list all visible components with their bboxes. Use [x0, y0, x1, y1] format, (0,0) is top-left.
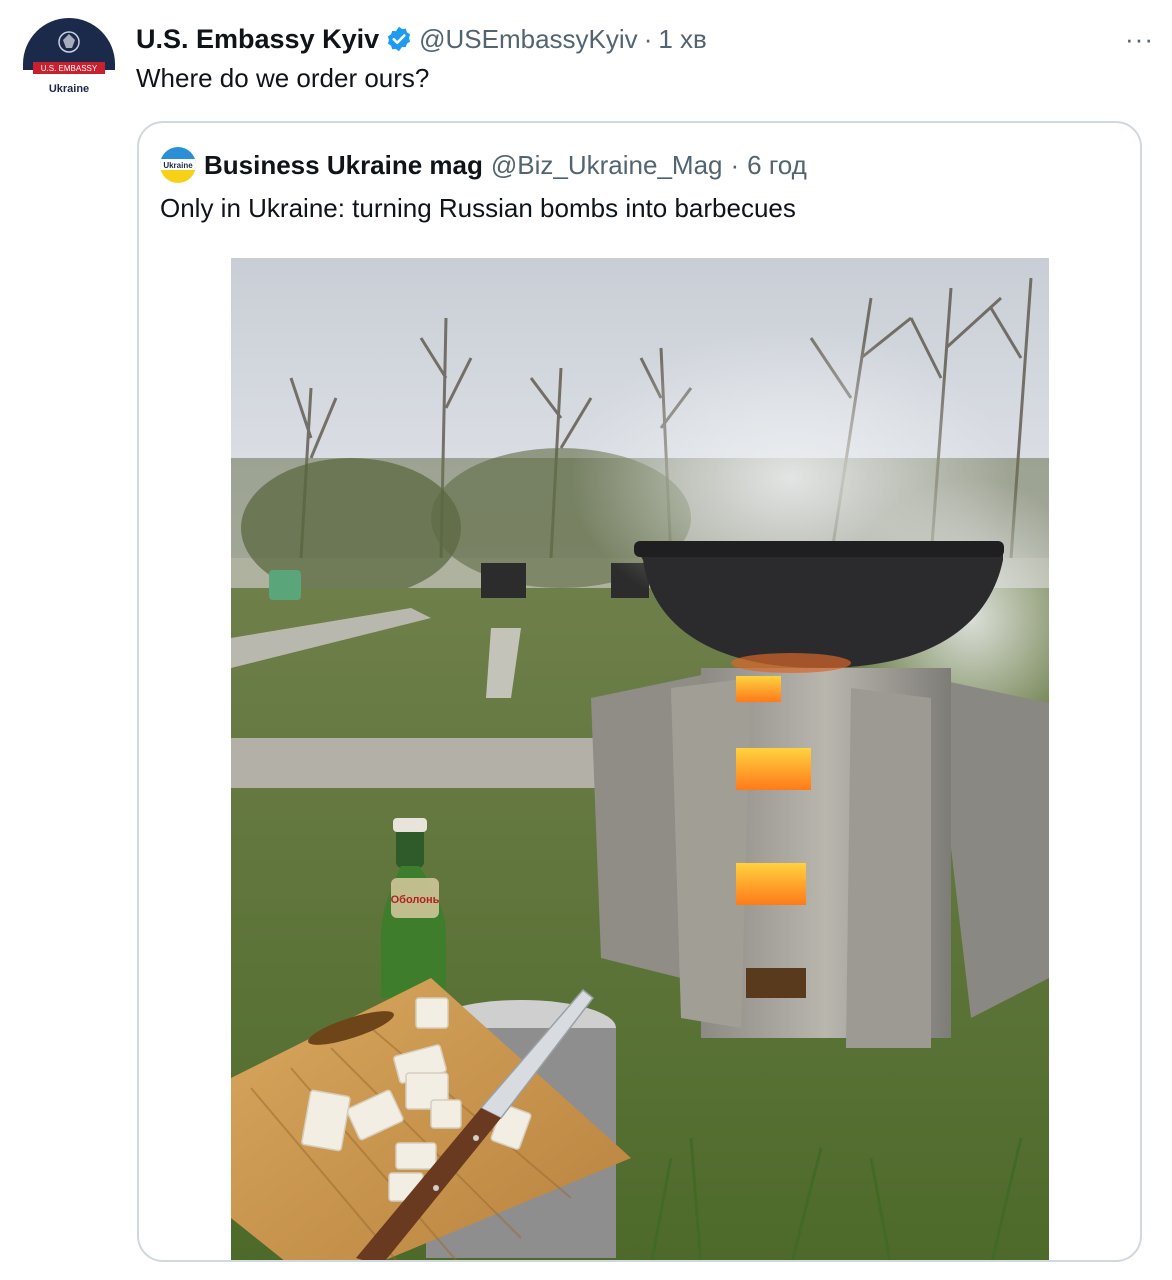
avatar-embassy-label: U.S. EMBASSY [41, 64, 98, 73]
verified-badge-icon [388, 26, 411, 52]
meta-separator: · [643, 23, 653, 54]
quoted-author-handle[interactable]: @Biz_Ukraine_Mag [491, 150, 723, 181]
more-options-icon[interactable]: ··· [1125, 24, 1154, 55]
tweet-header: U.S. Embassy Kyiv @USEmbassyKyiv · 1 хв [136, 22, 707, 56]
author-name[interactable]: U.S. Embassy Kyiv [136, 24, 379, 55]
quoted-tweet-text: Only in Ukraine: turning Russian bombs i… [160, 193, 796, 223]
tweet-timestamp[interactable]: 1 хв [658, 24, 707, 55]
quoted-author-name[interactable]: Business Ukraine mag [204, 150, 483, 181]
quoted-avatar-label: Ukraine [163, 161, 193, 170]
quoted-meta-separator: · [730, 149, 740, 180]
embassy-avatar[interactable]: U.S. EMBASSY Ukraine [23, 18, 115, 110]
quoted-tweet[interactable]: Ukraine Business Ukraine mag @Biz_Ukrain… [137, 121, 1142, 1262]
quoted-tweet-header: Ukraine Business Ukraine mag @Biz_Ukrain… [160, 147, 807, 183]
quoted-tweet-timestamp[interactable]: 6 год [747, 150, 807, 181]
bottle-label-text: Оболонь [391, 894, 440, 906]
tweet-text: Where do we order ours? [136, 63, 430, 93]
author-handle[interactable]: @USEmbassyKyiv [419, 24, 638, 55]
quoted-avatar[interactable]: Ukraine [160, 147, 196, 183]
quoted-tweet-photo[interactable]: Оболонь [231, 258, 1049, 1262]
avatar-country-label: Ukraine [49, 83, 89, 95]
